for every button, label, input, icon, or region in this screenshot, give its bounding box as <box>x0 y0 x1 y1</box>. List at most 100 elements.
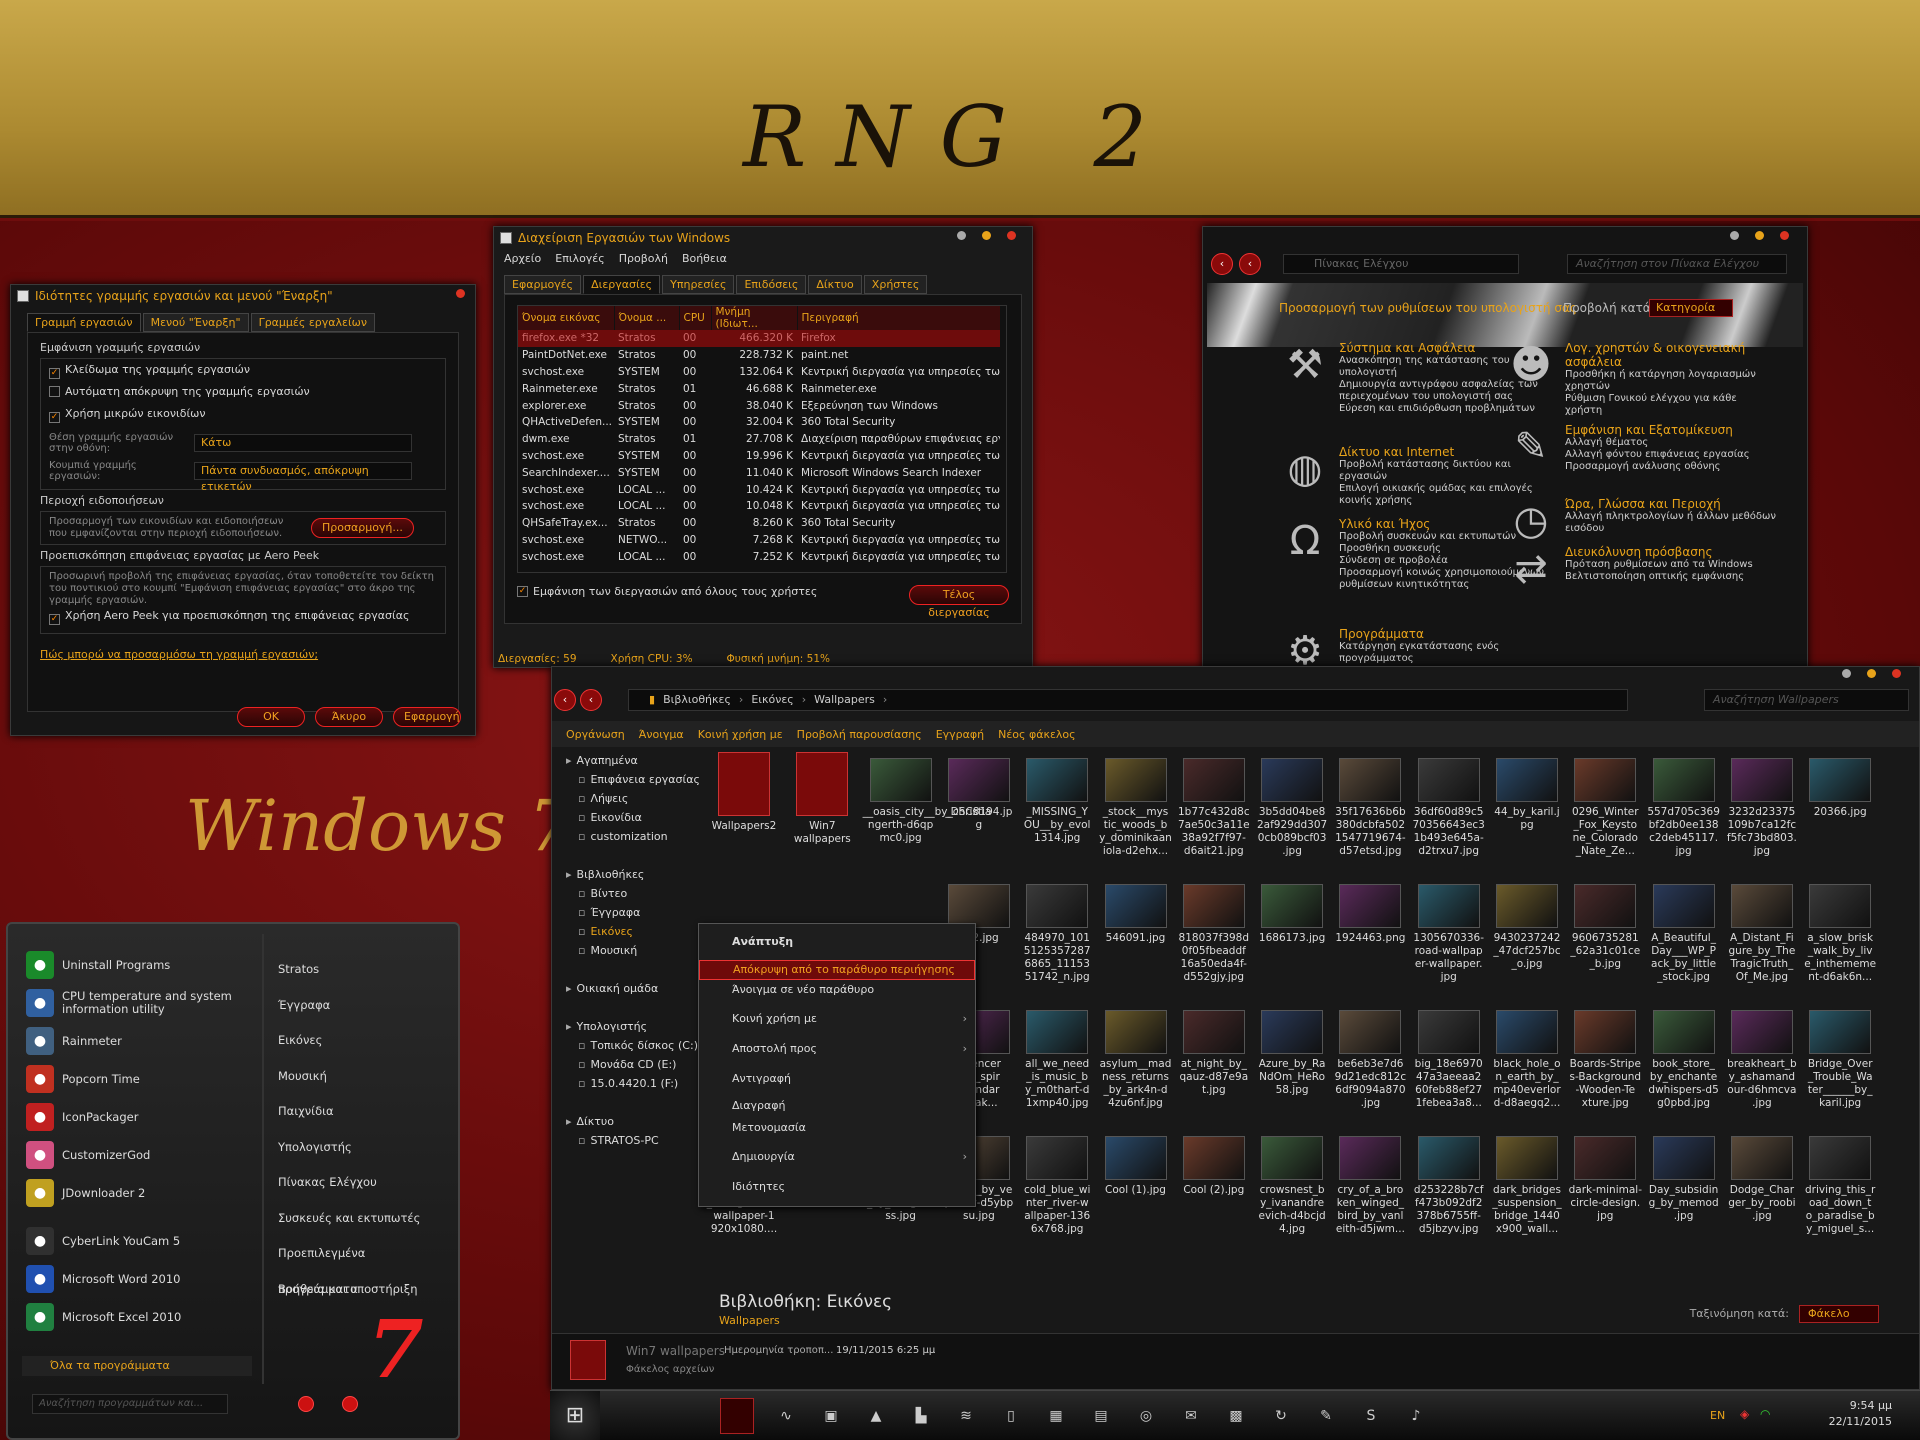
file-item[interactable]: book_store_ by_enchante dwhispers-d5 g0p… <box>1646 1004 1722 1110</box>
start-right-item[interactable]: Εικόνες <box>278 1023 448 1059</box>
file-item[interactable]: crowsnest_b y_ivanandre evich-d4bcjd 4.j… <box>1254 1130 1330 1236</box>
cp-link[interactable]: Βελτιστοποίηση οπτικής εμφάνισης <box>1565 571 1753 583</box>
film-icon[interactable]: ▣ <box>820 1405 842 1427</box>
file-item[interactable]: d253228b7cf f473b092df2 378b6755ff- d5jb… <box>1411 1130 1487 1236</box>
file-item[interactable]: 1924463.png <box>1332 878 1408 945</box>
cp-link[interactable]: Προσθήκη ή κατάργηση λογαριασμών χρηστών <box>1565 369 1777 393</box>
ctx-copy[interactable]: Αντιγραφή <box>699 1064 975 1094</box>
start-program-item[interactable]: ● Microsoft Excel 2010 <box>14 1298 260 1336</box>
small-icons-checkbox[interactable]: ✓ <box>49 412 60 423</box>
menu-file[interactable]: Αρχείο <box>504 252 541 268</box>
paint-icon[interactable]: ✎ <box>1507 423 1555 471</box>
share-with-button[interactable]: Κοινή χρήση με <box>698 728 783 741</box>
file-item[interactable]: 9430237242 _47dcf257bc _o.jpg <box>1489 878 1565 971</box>
maximize-icon[interactable] <box>1867 669 1876 678</box>
file-item[interactable]: at_night_by_ qauz-d87e9a t.jpg <box>1176 1004 1252 1097</box>
calc-icon[interactable]: ▦ <box>1045 1405 1067 1427</box>
file-item[interactable]: dark-minimal- circle-design. jpg <box>1567 1130 1643 1223</box>
file-item[interactable]: 1b77c432d8c 7ae50c3a11e 38a92f7f97- d6ai… <box>1176 752 1252 858</box>
chip-icon[interactable]: ▩ <box>1225 1405 1247 1427</box>
start-program-item[interactable]: ● IconPackager <box>14 1098 260 1136</box>
file-item[interactable]: Cool (2).jpg <box>1176 1130 1252 1197</box>
process-row[interactable]: Rainmeter.exe Stratos 01 46.688 K Rainmeter.… <box>518 380 1000 397</box>
nav-item[interactable]: ▫ Μουσική <box>556 941 701 960</box>
library-subtitle[interactable]: Wallpapers <box>719 1314 780 1327</box>
file-item[interactable]: Wallpapers2 <box>706 752 782 833</box>
maximize-icon[interactable] <box>982 231 991 240</box>
ctx-new[interactable]: Δημιουργία <box>699 1142 975 1172</box>
cp-link[interactable]: Αλλαγή πληκτρολογίων ή άλλων μεθόδων εισ… <box>1565 511 1777 535</box>
cp-link[interactable]: Ρύθμιση Γονικού ελέγχου για κάθε χρήστη <box>1565 393 1777 417</box>
file-item[interactable]: Day_subsidin g_by_memod .jpg <box>1646 1130 1722 1223</box>
file-item[interactable]: 44_by_karil.j pg <box>1489 752 1565 832</box>
start-program-item[interactable]: ● CPU temperature and system information … <box>14 984 260 1022</box>
refresh-icon[interactable]: ↻ <box>1270 1405 1292 1427</box>
tab-users[interactable]: Χρήστες <box>863 275 928 294</box>
cp-link[interactable]: Προσαρμογή ανάλυσης οθόνης <box>1565 461 1750 473</box>
cone-icon[interactable]: ▲ <box>865 1405 887 1427</box>
start-program-item[interactable]: ● Rainmeter <box>14 1022 260 1060</box>
slideshow-button[interactable]: Προβολή παρουσίασης <box>797 728 922 741</box>
phone-icon[interactable]: ▯ <box>1000 1405 1022 1427</box>
search-input[interactable]: Αναζήτηση στον Πίνακα Ελέγχου <box>1567 254 1787 274</box>
cp-link[interactable]: Αλλαγή φόντου επιφάνειας εργασίας <box>1565 449 1750 461</box>
open-button[interactable]: Άνοιγμα <box>639 728 684 741</box>
process-row[interactable]: firefox.exe *32 Stratos 00 466.320 K Firefox <box>518 330 1000 347</box>
process-row[interactable]: svchost.exe LOCAL ... 00 7.252 K Κεντρική δι… <box>518 548 1000 565</box>
tools-icon[interactable]: ⚒ <box>1281 341 1329 389</box>
buttons-select[interactable]: Πάντα συνδυασμός, απόκρυψη ετικετών <box>194 462 412 493</box>
start-program-item[interactable]: ● CyberLink YouCam 5 <box>14 1222 260 1260</box>
process-row[interactable]: SearchIndexer.... SYSTEM 00 11.040 K Microso… <box>518 464 1000 481</box>
file-item[interactable]: 1305670336- road-wallpap er-wallpaper. j… <box>1411 878 1487 984</box>
cp-link[interactable]: Πρόταση ρυθμίσεων από τα Windows <box>1565 559 1753 571</box>
tab-taskbar[interactable]: Γραμμή εργασιών <box>27 313 141 332</box>
file-item[interactable]: Azure_by_Ra NdOm_HeRo 58.jpg <box>1254 1004 1330 1097</box>
column-header[interactable]: Όνομα ... <box>614 306 680 330</box>
minimize-icon[interactable] <box>1730 231 1739 240</box>
process-row[interactable]: svchost.exe SYSTEM 00 19.996 K Κεντρική διερ… <box>518 448 1000 465</box>
nav-item[interactable]: ▫ Έγγραφα <box>556 903 701 922</box>
start-search-input[interactable]: Αναζήτηση προγραμμάτων και... <box>32 1394 228 1414</box>
headphones-icon[interactable]: Ω <box>1281 517 1329 565</box>
ctx-properties[interactable]: Ιδιότητες <box>699 1172 975 1202</box>
small-icons-option[interactable]: ✓ Χρήση μικρών εικονιδίων <box>49 407 437 429</box>
process-row[interactable]: svchost.exe LOCAL ... 00 10.424 K Κεντρική δ… <box>518 481 1000 498</box>
all-programs-item[interactable]: Όλα τα προγράμματα <box>22 1356 252 1376</box>
file-item[interactable]: 20366.jpg <box>1802 752 1878 819</box>
file-item[interactable]: driving_this_r oad_down_t o_paradise_b y… <box>1802 1130 1878 1236</box>
file-item[interactable]: 0296_Winter _Fox_Keysto ne_Colorado _Nat… <box>1567 752 1643 858</box>
globe-icon[interactable]: ◍ <box>1281 445 1329 493</box>
clock-date[interactable]: 22/11/2015 <box>1829 1415 1892 1428</box>
organize-button[interactable]: Οργάνωση <box>566 728 625 741</box>
cp-category-title[interactable]: Εμφάνιση και Εξατομίκευση <box>1565 423 1750 437</box>
cancel-button[interactable]: Άκυρο <box>315 707 383 727</box>
lock-checkbox[interactable]: ✓ <box>49 368 60 379</box>
start-right-item[interactable]: Μουσική <box>278 1059 448 1095</box>
start-right-item[interactable]: Προεπιλεγμένα προγράμματα <box>278 1236 448 1296</box>
nav-item[interactable]: ▫ Βίντεο <box>556 884 701 903</box>
search-input[interactable]: Αναζήτηση Wallpapers <box>1704 689 1909 711</box>
nav-item[interactable]: ▫ customization <box>556 827 701 846</box>
explorer-taskbar-button[interactable] <box>720 1398 754 1434</box>
process-row[interactable]: svchost.exe NETWO... 00 7.268 K Κεντρική διε… <box>518 532 1000 549</box>
nav-item[interactable]: ▫ 15.0.4420.1 (F:) <box>556 1074 701 1093</box>
start-program-item[interactable]: ● JDownloader 2 <box>14 1174 260 1212</box>
menu-help[interactable]: Βοήθεια <box>682 252 727 268</box>
column-header[interactable]: CPU <box>679 306 712 330</box>
burn-button[interactable]: Εγγραφή <box>936 728 984 741</box>
new-folder-button[interactable]: Νέος φάκελος <box>998 728 1076 741</box>
file-item[interactable]: a_slow_brisk _walk_by_liv e_inthememe nt… <box>1802 878 1878 984</box>
nav-item[interactable]: ▫ Μονάδα CD (E:) <box>556 1055 701 1074</box>
nav-item[interactable]: ▸ Αγαπημένα <box>556 751 701 770</box>
breadcrumb[interactable]: ▮ Βιβλιοθήκες › Εικόνες › Wallpapers › <box>628 689 1628 711</box>
cp-link[interactable]: Κατάργηση εγκατάστασης ενός προγράμματος <box>1339 641 1551 665</box>
ctx-rename[interactable]: Μετονομασία <box>699 1118 975 1142</box>
activity-icon[interactable]: ∿ <box>775 1405 797 1427</box>
nav-item[interactable]: ▫ Λήψεις <box>556 789 701 808</box>
file-item[interactable]: cold_blue_wi nter_river-w allpaper-136 6… <box>1019 1130 1095 1236</box>
cp-category-title[interactable]: Ώρα, Γλώσσα και Περιοχή <box>1565 497 1777 511</box>
skype-icon[interactable]: S <box>1360 1405 1382 1427</box>
arrange-select[interactable]: Φάκελο <box>1799 1305 1879 1323</box>
start-program-item[interactable]: ● Microsoft Word 2010 <box>14 1260 260 1298</box>
file-item[interactable]: 484970_101 5125357287 6865_11153 51742_n… <box>1019 878 1095 984</box>
